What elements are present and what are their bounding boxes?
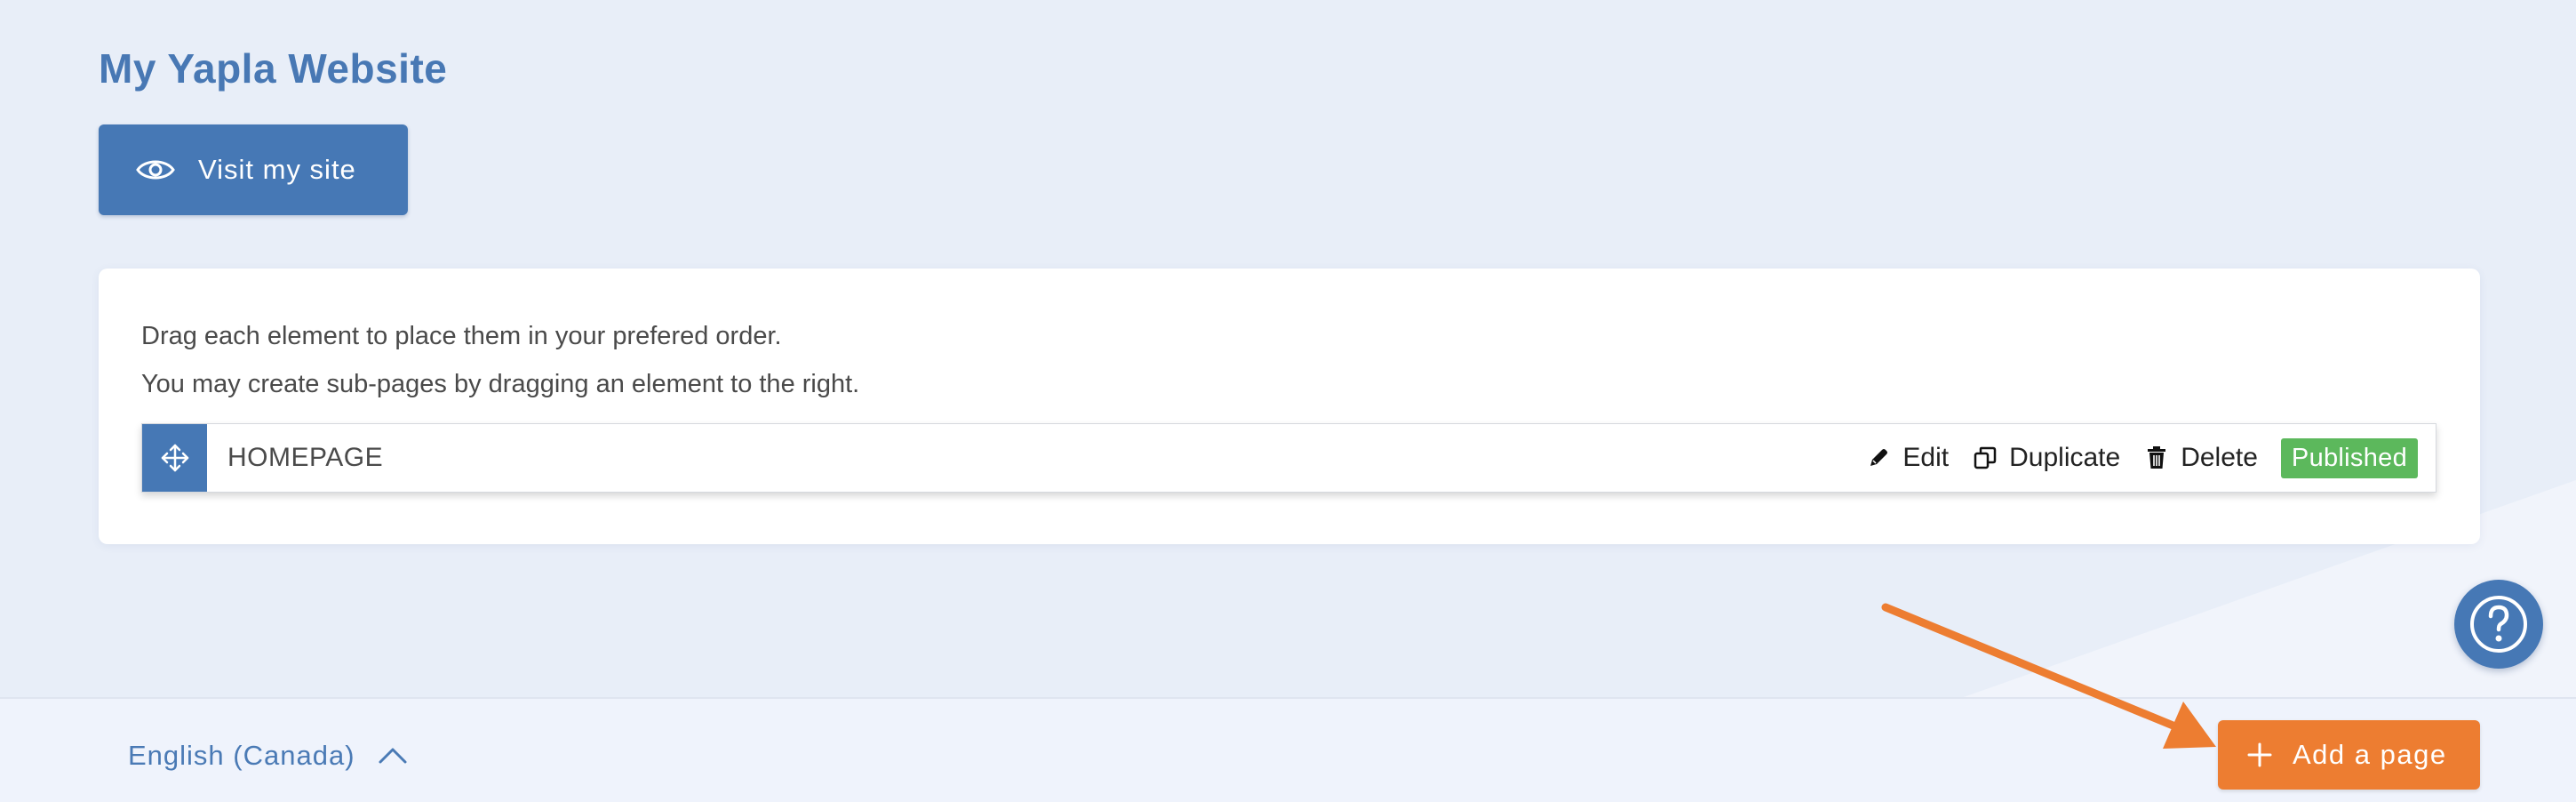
status-badge: Published [2280,437,2418,478]
footer-bar: English (Canada) [0,697,2576,802]
page-order-card: Drag each element to place them in your … [99,269,2480,544]
site-title: My Yapla Website [99,45,448,92]
chevron-up-icon [377,745,409,766]
drag-handle[interactable] [142,424,207,492]
add-page-label: Add a page [2293,739,2447,770]
edit-label: Edit [1902,443,1950,472]
trash-icon [2143,445,2170,471]
question-mark-icon [2470,596,2527,653]
move-arrows-icon [161,444,188,472]
copy-icon [1972,445,1998,471]
visit-site-label: Visit my site [198,154,356,185]
page-row-actions: Edit Duplicate Delete Published [1842,437,2418,478]
language-selector[interactable]: English (Canada) [128,740,409,772]
help-button[interactable] [2454,580,2543,669]
plus-icon [2246,742,2273,768]
add-page-button[interactable]: Add a page [2218,720,2480,790]
instruction-text-subpages: You may create sub-pages by dragging an … [141,370,860,398]
language-label: English (Canada) [128,740,355,771]
duplicate-button[interactable]: Duplicate [1972,443,2120,473]
delete-button[interactable]: Delete [2143,443,2258,473]
visit-site-button[interactable]: Visit my site [99,124,408,215]
eye-icon [136,150,175,189]
duplicate-label: Duplicate [2009,443,2121,472]
pencil-icon [1865,445,1892,471]
instruction-text-order: Drag each element to place them in your … [141,322,782,350]
page-row-homepage[interactable]: HOMEPAGE Edit Duplicate Delete Published [141,423,2436,493]
edit-button[interactable]: Edit [1865,443,1949,473]
page-name: HOMEPAGE [227,443,384,472]
delete-label: Delete [2181,443,2258,472]
